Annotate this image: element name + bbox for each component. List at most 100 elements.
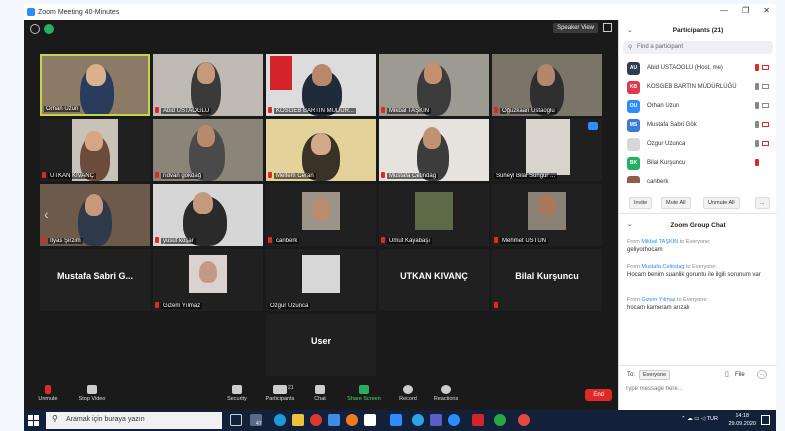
video-tile[interactable]: User xyxy=(266,314,376,376)
end-meeting-button[interactable]: End xyxy=(585,389,612,401)
video-tile[interactable]: Mustafa Cetindag xyxy=(379,119,489,181)
taskbar-clock[interactable]: 14:18 29.09.2020 xyxy=(728,412,756,428)
avatar xyxy=(627,176,640,183)
unmute-all-button[interactable]: Unmute All xyxy=(703,197,740,209)
teams-icon[interactable] xyxy=(430,414,442,426)
participant-row[interactable]: OU Orhan Uzun xyxy=(619,97,777,116)
taskbar-search-input[interactable]: Aramak için buraya yazın xyxy=(46,412,222,429)
avatar: KB xyxy=(627,81,640,94)
video-tile[interactable]: canberk xyxy=(266,184,376,246)
meeting-top-bar: Speaker View xyxy=(24,20,618,38)
zoom-meeting-icon[interactable] xyxy=(448,414,460,426)
system-tray[interactable]: ⌃ ☁ ▭ ◁ TUR xyxy=(681,416,718,422)
invite-button[interactable]: Invite xyxy=(629,197,653,209)
video-tile[interactable]: Gizem Yılmaz xyxy=(153,249,263,311)
video-tile[interactable]: Mehmet ÜSTÜN xyxy=(492,184,602,246)
telegram-icon[interactable] xyxy=(412,414,424,426)
close-button[interactable]: ✕ xyxy=(763,6,770,15)
participant-search-input[interactable]: Find a participant xyxy=(623,41,773,54)
participant-row[interactable]: MS Mustafa Sabri Gök xyxy=(619,116,777,135)
notifications-icon[interactable] xyxy=(761,415,770,425)
app-icon[interactable] xyxy=(518,414,530,426)
video-tile[interactable]: ‹ İlyas Şirzim xyxy=(40,184,150,246)
chat-message: From Mikbal TAŞKIN to Everyone: geliyorh… xyxy=(627,238,773,254)
participant-row[interactable]: BK Bilal Kurşuncu xyxy=(619,154,777,173)
video-tile[interactable]: Abid USTAOGLU xyxy=(153,54,263,116)
video-tile[interactable]: Meltem Ceran xyxy=(266,119,376,181)
mic-icon xyxy=(755,121,759,128)
video-tile[interactable]: Mikbal TAŞKIN xyxy=(379,54,489,116)
file-button[interactable]: File xyxy=(735,372,745,378)
participants-count: 21 xyxy=(288,385,294,391)
participant-name: Ozgur Uzunca xyxy=(647,141,686,147)
recipient-select[interactable]: Everyone xyxy=(639,370,671,380)
language-indicator: TUR xyxy=(706,416,718,422)
participants-button[interactable]: Participants 21 xyxy=(260,385,300,402)
video-tile[interactable]: yusuf koşar xyxy=(153,184,263,246)
people-icon xyxy=(273,385,287,394)
file-icon[interactable]: ▯ xyxy=(725,370,729,378)
info-icon[interactable] xyxy=(30,24,40,34)
share-screen-button[interactable]: Share Screen xyxy=(344,385,384,402)
divider xyxy=(619,213,777,214)
video-tile[interactable]: Mustafa Sabri G... xyxy=(40,249,150,311)
chat-title: Zoom Group Chat xyxy=(670,222,726,229)
video-tile[interactable]: Orhan Uzun xyxy=(40,54,150,116)
fullscreen-icon[interactable] xyxy=(603,23,612,32)
muted-mic-icon xyxy=(155,107,159,113)
video-off-icon xyxy=(762,122,769,127)
video-tile[interactable]: rıdvan gökdağ xyxy=(153,119,263,181)
participant-row[interactable]: Ozgur Uzunca xyxy=(619,135,777,154)
muted-mic-icon xyxy=(42,172,46,178)
security-button[interactable]: Security xyxy=(217,385,257,402)
participant-name: KOSGEB BARTIN MÜDÜRLÜĞÜ xyxy=(647,84,737,90)
video-tile[interactable]: UTKAN KIVANÇ xyxy=(40,119,150,181)
firefox-icon[interactable] xyxy=(346,414,358,426)
more-button[interactable]: ... xyxy=(755,197,770,209)
app-icon[interactable] xyxy=(472,414,484,426)
video-tile[interactable]: Süheyl Bilal Sungur ... xyxy=(492,119,602,181)
edge-browser-icon[interactable] xyxy=(274,414,286,426)
participant-row[interactable]: AU Abid USTAOGLU (Host, me) xyxy=(619,59,777,78)
video-tile[interactable]: Umut Kayabaşı xyxy=(379,184,489,246)
video-tile[interactable]: Ozgur Uzunca xyxy=(266,249,376,311)
more-options-icon[interactable]: … xyxy=(757,370,767,379)
maximize-button[interactable]: ❐ xyxy=(742,6,749,15)
video-tile[interactable]: KOSGEB BARTIN MÜDÜR... xyxy=(266,54,376,116)
video-tile[interactable]: UTKAN KIVANÇ xyxy=(379,249,489,311)
zoom-app-icon[interactable] xyxy=(390,414,402,426)
store-icon[interactable] xyxy=(364,414,376,426)
participant-row[interactable]: canberk xyxy=(619,173,777,183)
reactions-button[interactable]: Reactions xyxy=(426,385,466,402)
video-tile[interactable]: Oğuzkaan Ustaoglu xyxy=(492,54,602,116)
minimize-button[interactable]: — xyxy=(720,6,728,15)
mute-all-button[interactable]: Mute All xyxy=(661,197,691,209)
muted-mic-icon xyxy=(268,107,272,113)
smiley-icon xyxy=(441,385,451,394)
app-icon[interactable] xyxy=(494,414,506,426)
video-tile[interactable]: Bilal Kurşuncu xyxy=(492,249,602,311)
participant-video xyxy=(415,192,453,230)
chat-message-input[interactable] xyxy=(625,383,771,395)
tile-name: yusuf koşar xyxy=(161,238,196,244)
participant-row[interactable]: KB KOSGEB BARTIN MÜDÜRLÜĞÜ xyxy=(619,78,777,97)
file-explorer-icon[interactable] xyxy=(292,414,304,426)
stop-video-button[interactable]: Stop Video xyxy=(72,385,112,402)
chat-button[interactable]: Chat xyxy=(300,385,340,402)
speaker-view-button[interactable]: Speaker View xyxy=(553,23,598,33)
unmute-button[interactable]: Unmute xyxy=(28,385,68,402)
shield-check-icon[interactable] xyxy=(44,24,54,34)
participant-name: Bilal Kurşuncu xyxy=(647,160,686,166)
chat-sender: Gizem Yılmaz xyxy=(641,297,676,303)
divider xyxy=(619,365,777,366)
more-options-icon[interactable] xyxy=(588,122,598,130)
mail-icon[interactable] xyxy=(328,414,340,426)
record-icon xyxy=(403,385,413,394)
chevron-left-icon[interactable]: ‹ xyxy=(44,206,49,222)
participant-name: Abid USTAOGLU (Host, me) xyxy=(647,65,723,71)
chrome-icon[interactable] xyxy=(310,414,322,426)
record-button[interactable]: Record xyxy=(388,385,428,402)
notification-badge: 47 xyxy=(256,421,262,427)
task-view-icon[interactable] xyxy=(230,414,242,426)
windows-start-icon[interactable] xyxy=(28,415,39,426)
